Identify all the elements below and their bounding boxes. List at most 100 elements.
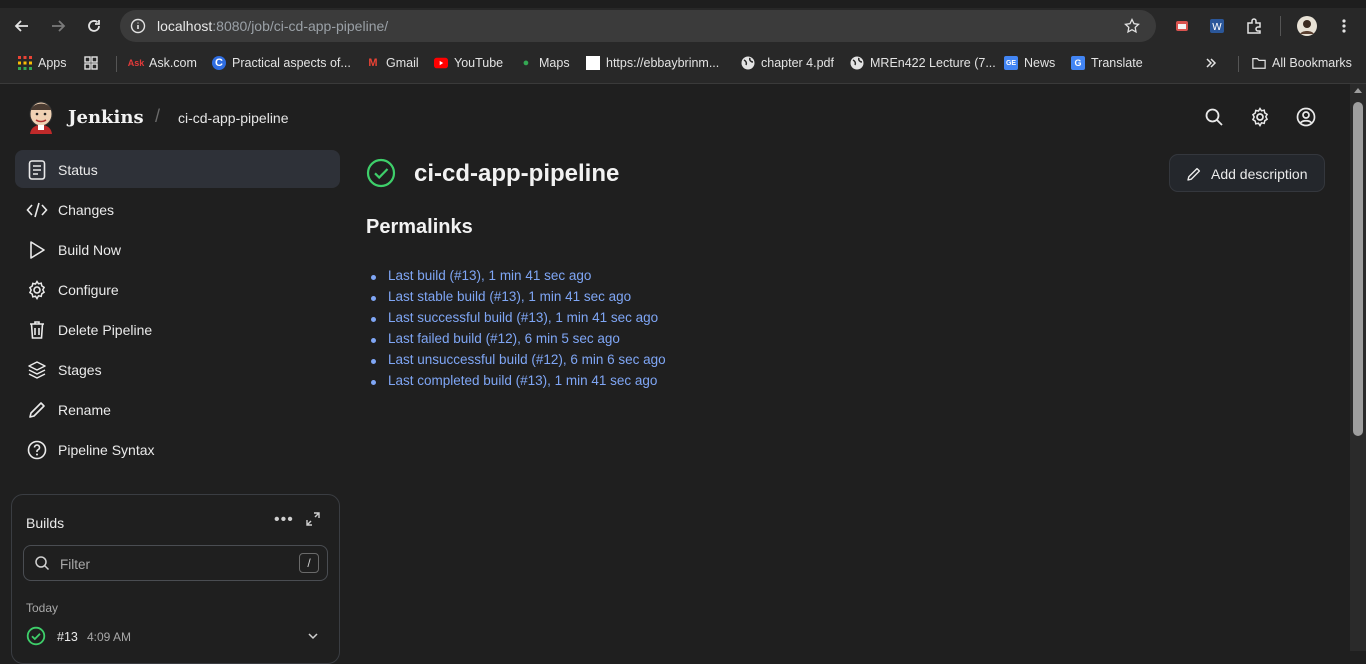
site-info-icon[interactable] xyxy=(128,16,148,36)
breadcrumb-job[interactable]: ci-cd-app-pipeline xyxy=(178,110,289,126)
bookmark-news[interactable]: GE News xyxy=(1004,54,1055,72)
globe-icon xyxy=(741,56,755,70)
pencil-icon xyxy=(1186,166,1202,182)
browser-chrome: localhost:8080/job/ci-cd-app-pipeline/ W… xyxy=(0,0,1366,84)
sidebar-item-delete-pipeline[interactable]: Delete Pipeline xyxy=(15,310,340,348)
build-group-label: Today xyxy=(26,601,59,615)
builds-filter-input[interactable]: Filter / xyxy=(23,545,328,581)
jenkins-brand[interactable]: Jenkins xyxy=(68,107,144,128)
permalink-last-unsuccessful-build[interactable]: Last unsuccessful build (#12), 6 min 6 s… xyxy=(371,352,666,373)
add-description-button[interactable]: Add description xyxy=(1169,154,1325,192)
permalink-last-completed-build[interactable]: Last completed build (#13), 1 min 41 sec… xyxy=(371,373,666,394)
bookmark-practical-aspects[interactable]: C Practical aspects of... xyxy=(212,54,351,72)
bookmark-label: MREn422 Lecture (7... xyxy=(870,56,996,70)
jenkins-page: Jenkins / ci-cd-app-pipeline Status Chan… xyxy=(0,84,1350,664)
browser-menu-icon[interactable] xyxy=(1332,14,1356,38)
scrollbar-thumb[interactable] xyxy=(1353,102,1363,436)
profile-avatar-icon[interactable] xyxy=(1295,14,1319,38)
scroll-up-arrow-icon[interactable] xyxy=(1354,88,1362,93)
reload-button[interactable] xyxy=(80,12,108,40)
bookmark-youtube[interactable]: YouTube xyxy=(434,54,503,72)
sidebar-item-label: Stages xyxy=(58,362,102,378)
bookmark-maps[interactable]: ● Maps xyxy=(519,54,570,72)
page-scrollbar[interactable] xyxy=(1350,84,1366,651)
sidebar-item-label: Changes xyxy=(58,202,115,218)
apps-grid-icon xyxy=(18,56,32,70)
page-title: ci-cd-app-pipeline xyxy=(414,160,620,187)
sidebar-item-build-now[interactable]: Build Now xyxy=(15,230,340,268)
reload-icon xyxy=(88,20,100,32)
user-account-icon[interactable] xyxy=(1295,106,1317,128)
url-text[interactable]: localhost:8080/job/ci-cd-app-pipeline/ xyxy=(157,18,388,34)
bookmark-translate[interactable]: G Translate xyxy=(1071,54,1143,72)
ask-icon: Ask xyxy=(127,58,145,68)
more-options-icon[interactable]: ••• xyxy=(274,511,294,531)
bookmark-ask[interactable]: Ask Ask.com xyxy=(127,54,197,72)
bookmark-label: Gmail xyxy=(386,56,419,70)
permalink-last-failed-build[interactable]: Last failed build (#12), 6 min 5 sec ago xyxy=(371,331,666,352)
bookmark-ebbay[interactable]: https://ebbaybrinm... xyxy=(586,54,719,72)
url-host: localhost xyxy=(157,18,213,34)
bookmark-label: News xyxy=(1024,56,1056,70)
all-bookmarks[interactable]: All Bookmarks xyxy=(1252,54,1352,72)
google-translate-icon: G xyxy=(1071,56,1085,70)
address-bar[interactable]: localhost:8080/job/ci-cd-app-pipeline/ xyxy=(120,10,1156,42)
bookmark-mren422[interactable]: MREn422 Lecture (7... xyxy=(850,54,996,72)
sidebar-item-rename[interactable]: Rename xyxy=(15,390,340,428)
back-arrow-icon xyxy=(14,20,28,32)
bookmark-chapter-4[interactable]: chapter 4.pdf xyxy=(741,54,834,72)
expand-icon[interactable] xyxy=(306,512,322,528)
maps-icon: ● xyxy=(522,57,530,69)
youtube-icon xyxy=(434,56,448,70)
sidebar-item-label: Configure xyxy=(58,282,119,298)
bookmark-label: Apps xyxy=(38,56,67,70)
sidebar-item-stages[interactable]: Stages xyxy=(15,350,340,388)
permalink-last-successful-build[interactable]: Last successful build (#13), 1 min 41 se… xyxy=(371,310,666,331)
bookmark-label: Practical aspects of... xyxy=(232,56,351,70)
bookmark-label: Maps xyxy=(539,56,570,70)
help-circle-icon xyxy=(26,439,48,461)
bookmarks-bar: Apps Ask Ask.com C Practical aspects of.… xyxy=(0,48,1366,78)
tab-groups-icon xyxy=(84,56,98,70)
build-time: 4:09 AM xyxy=(87,630,132,644)
blank-page-icon xyxy=(586,56,600,70)
bookmark-label: Translate xyxy=(1091,56,1143,70)
bookmark-star-icon[interactable] xyxy=(1122,16,1142,36)
bookmark-label: Ask.com xyxy=(149,56,197,70)
url-path: :8080/job/ci-cd-app-pipeline/ xyxy=(212,18,389,34)
back-button[interactable] xyxy=(8,12,36,40)
office-extension-icon[interactable]: W xyxy=(1205,14,1229,38)
success-check-icon xyxy=(26,626,46,646)
forward-button[interactable] xyxy=(44,12,72,40)
build-number[interactable]: #13 xyxy=(57,630,78,644)
keyboard-shortcut-badge: / xyxy=(299,553,319,573)
permalink-last-stable-build[interactable]: Last stable build (#13), 1 min 41 sec ag… xyxy=(371,289,666,310)
extensions-puzzle-icon[interactable] xyxy=(1242,14,1266,38)
sidebar-item-changes[interactable]: Changes xyxy=(15,190,340,228)
sidebar-item-configure[interactable]: Configure xyxy=(15,270,340,308)
permalinks-heading: Permalinks xyxy=(366,216,473,238)
search-icon[interactable] xyxy=(1203,106,1225,128)
svg-text:W: W xyxy=(1212,22,1222,33)
sidebar-item-status[interactable]: Status xyxy=(15,150,340,188)
jenkins-header: Jenkins / ci-cd-app-pipeline xyxy=(0,84,1350,150)
bookmark-tab-groups[interactable] xyxy=(84,54,98,72)
bookmark-label: chapter 4.pdf xyxy=(761,56,834,70)
bookmark-gmail[interactable]: M Gmail xyxy=(366,54,419,72)
more-bookmarks-chevron-icon[interactable] xyxy=(1204,54,1218,72)
filter-placeholder: Filter xyxy=(60,557,90,572)
build-row[interactable]: #13 4:09 AM xyxy=(24,625,329,647)
settings-gear-icon[interactable] xyxy=(1249,106,1271,128)
trash-icon xyxy=(26,319,48,341)
extension-icon[interactable] xyxy=(1170,14,1194,38)
pencil-icon xyxy=(26,399,48,421)
permalink-last-build[interactable]: Last build (#13), 1 min 41 sec ago xyxy=(371,268,666,289)
jenkins-logo-icon[interactable] xyxy=(26,100,56,134)
bookmark-apps[interactable]: Apps xyxy=(18,54,67,72)
forward-arrow-icon xyxy=(52,20,66,32)
bookmark-label: YouTube xyxy=(454,56,504,70)
chevron-down-icon[interactable] xyxy=(306,629,320,643)
sidebar-item-label: Rename xyxy=(58,402,111,418)
sidebar-item-pipeline-syntax[interactable]: Pipeline Syntax xyxy=(15,430,340,468)
bookmark-label: https://ebbaybrinm... xyxy=(606,56,720,70)
